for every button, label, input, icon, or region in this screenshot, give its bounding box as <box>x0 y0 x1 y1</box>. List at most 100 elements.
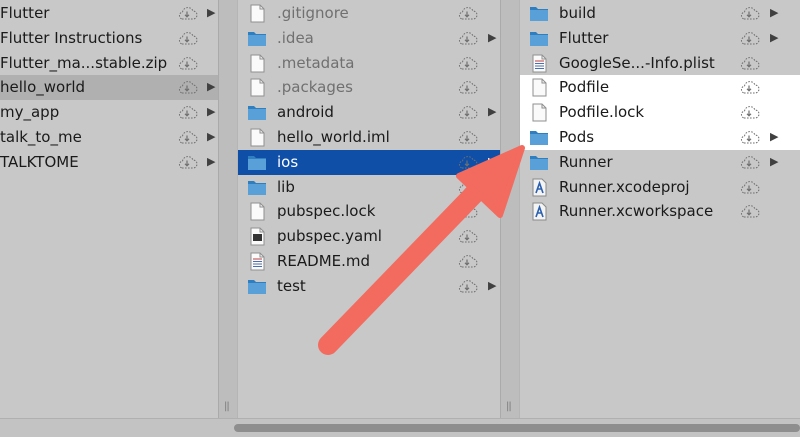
list-item-label: Podfile.lock <box>559 103 645 122</box>
file-icon <box>246 54 268 73</box>
list-item-label: talk_to_me <box>0 128 82 146</box>
chevron-right-icon: ▶ <box>488 154 497 168</box>
icloud-download-icon[interactable] <box>738 5 760 22</box>
icloud-download-icon[interactable] <box>456 203 478 220</box>
folder-icon <box>528 153 550 172</box>
text-file-icon <box>246 252 268 271</box>
list-item-label: Flutter <box>559 28 609 47</box>
folder-icon <box>246 103 268 122</box>
icloud-download-icon[interactable] <box>176 104 198 121</box>
list-item[interactable]: build ▶ <box>520 1 800 26</box>
list-item[interactable]: lib ▶ <box>238 175 500 200</box>
list-item[interactable]: Pods ▶ <box>520 125 800 150</box>
list-item-label: GoogleSe...-Info.plist <box>559 53 715 72</box>
list-item-label: ios <box>277 152 299 171</box>
scrollbar-thumb[interactable] <box>234 424 800 432</box>
folder-icon <box>528 128 550 147</box>
list-item-label: Runner.xcworkspace <box>559 202 714 221</box>
list-item[interactable]: .packages <box>238 75 500 100</box>
icloud-download-icon[interactable] <box>456 253 478 270</box>
list-item[interactable]: README.md <box>238 249 500 274</box>
list-item[interactable]: test ▶ <box>238 274 500 299</box>
icloud-download-icon[interactable] <box>456 55 478 72</box>
icloud-download-icon[interactable] <box>176 129 198 146</box>
icloud-download-icon[interactable] <box>738 203 760 220</box>
list-item-label: my_app <box>0 103 60 122</box>
column-ios: build ▶ Flutter ▶ GoogleSe...-Info.plist Podf… <box>520 0 800 418</box>
list-item[interactable]: Flutter ▶ <box>520 26 800 51</box>
list-item[interactable]: android ▶ <box>238 100 500 125</box>
icloud-download-icon[interactable] <box>738 129 760 146</box>
list-item[interactable]: TALKTOME ▶ <box>0 150 218 175</box>
list-item[interactable]: my_app ▶ <box>0 100 218 125</box>
resize-grip-icon[interactable]: || <box>506 401 512 412</box>
list-item[interactable]: hello_world ▶ <box>0 75 218 101</box>
icloud-download-icon[interactable] <box>738 30 760 47</box>
list-item-label: android <box>277 103 334 122</box>
resize-grip-icon[interactable]: || <box>224 401 230 412</box>
icloud-download-icon[interactable] <box>738 154 760 171</box>
icloud-download-icon[interactable] <box>176 30 198 47</box>
list-item[interactable]: .metadata <box>238 51 500 76</box>
chevron-right-icon: ▶ <box>770 130 779 143</box>
list-item[interactable]: talk_to_me ▶ <box>0 125 218 150</box>
icloud-download-icon[interactable] <box>738 55 760 72</box>
icloud-download-icon[interactable] <box>456 104 478 121</box>
folder-icon <box>246 277 268 296</box>
folder-icon <box>246 153 268 172</box>
list-item-label: Flutter Instructions <box>0 28 143 47</box>
chevron-right-icon: ▶ <box>488 30 497 44</box>
list-item[interactable]: .idea ▶ <box>238 26 500 51</box>
icloud-download-icon[interactable] <box>456 179 478 196</box>
list-item-label: .packages <box>277 78 353 97</box>
icloud-download-icon[interactable] <box>456 228 478 245</box>
icloud-download-icon[interactable] <box>738 104 760 121</box>
icloud-download-icon[interactable] <box>176 55 198 72</box>
chevron-right-icon: ▶ <box>207 6 216 19</box>
icloud-download-icon[interactable] <box>456 5 478 22</box>
icloud-download-icon[interactable] <box>456 129 478 146</box>
xcworkspace-icon <box>528 202 550 221</box>
chevron-right-icon: ▶ <box>488 179 497 193</box>
list-item[interactable]: Flutter ▶ <box>0 1 218 26</box>
column-resize-handle-1[interactable]: || <box>218 0 238 418</box>
icloud-download-icon[interactable] <box>176 5 198 22</box>
list-item[interactable]: ios ▶ <box>238 149 500 175</box>
list-item[interactable]: Runner.xcodeproj <box>520 175 800 200</box>
icloud-download-icon[interactable] <box>176 154 198 171</box>
icloud-download-icon[interactable] <box>456 79 478 96</box>
icloud-download-icon[interactable] <box>176 79 198 96</box>
list-item[interactable]: Podfile.lock <box>520 100 800 126</box>
list-item[interactable]: hello_world.iml <box>238 125 500 150</box>
folder-icon <box>246 29 268 48</box>
list-item-label: README.md <box>277 252 371 270</box>
icloud-download-icon[interactable] <box>456 154 478 171</box>
list-item[interactable]: Podfile <box>520 75 800 101</box>
column-parent: Flutter ▶ Flutter Instructions Flutter_ma..… <box>0 0 218 418</box>
column-resize-handle-2[interactable]: || <box>500 0 520 418</box>
icloud-download-icon[interactable] <box>456 278 478 295</box>
chevron-right-icon: ▶ <box>207 105 216 119</box>
list-item-label: test <box>277 276 306 295</box>
list-item-label: hello_world <box>0 78 86 97</box>
chevron-right-icon: ▶ <box>207 80 216 94</box>
list-item-label: Pods <box>559 128 595 146</box>
list-item[interactable]: GoogleSe...-Info.plist <box>520 51 800 76</box>
icloud-download-icon[interactable] <box>738 179 760 196</box>
chevron-right-icon: ▶ <box>207 154 216 168</box>
list-item-label: Flutter <box>0 4 50 22</box>
list-item[interactable]: Runner.xcworkspace <box>520 199 800 224</box>
chevron-right-icon: ▶ <box>207 130 216 143</box>
file-icon <box>246 202 268 221</box>
icloud-download-icon[interactable] <box>738 79 760 96</box>
list-item[interactable]: Flutter_ma...stable.zip <box>0 51 218 76</box>
list-item-label: Runner.xcodeproj <box>559 177 690 196</box>
list-item[interactable]: .gitignore <box>238 1 500 26</box>
icloud-download-icon[interactable] <box>456 30 478 47</box>
horizontal-scrollbar[interactable] <box>0 418 800 437</box>
chevron-right-icon: ▶ <box>770 6 779 19</box>
list-item[interactable]: pubspec.yaml <box>238 224 500 249</box>
list-item[interactable]: Runner ▶ <box>520 150 800 175</box>
list-item[interactable]: Flutter Instructions <box>0 26 218 51</box>
list-item[interactable]: pubspec.lock <box>238 199 500 224</box>
